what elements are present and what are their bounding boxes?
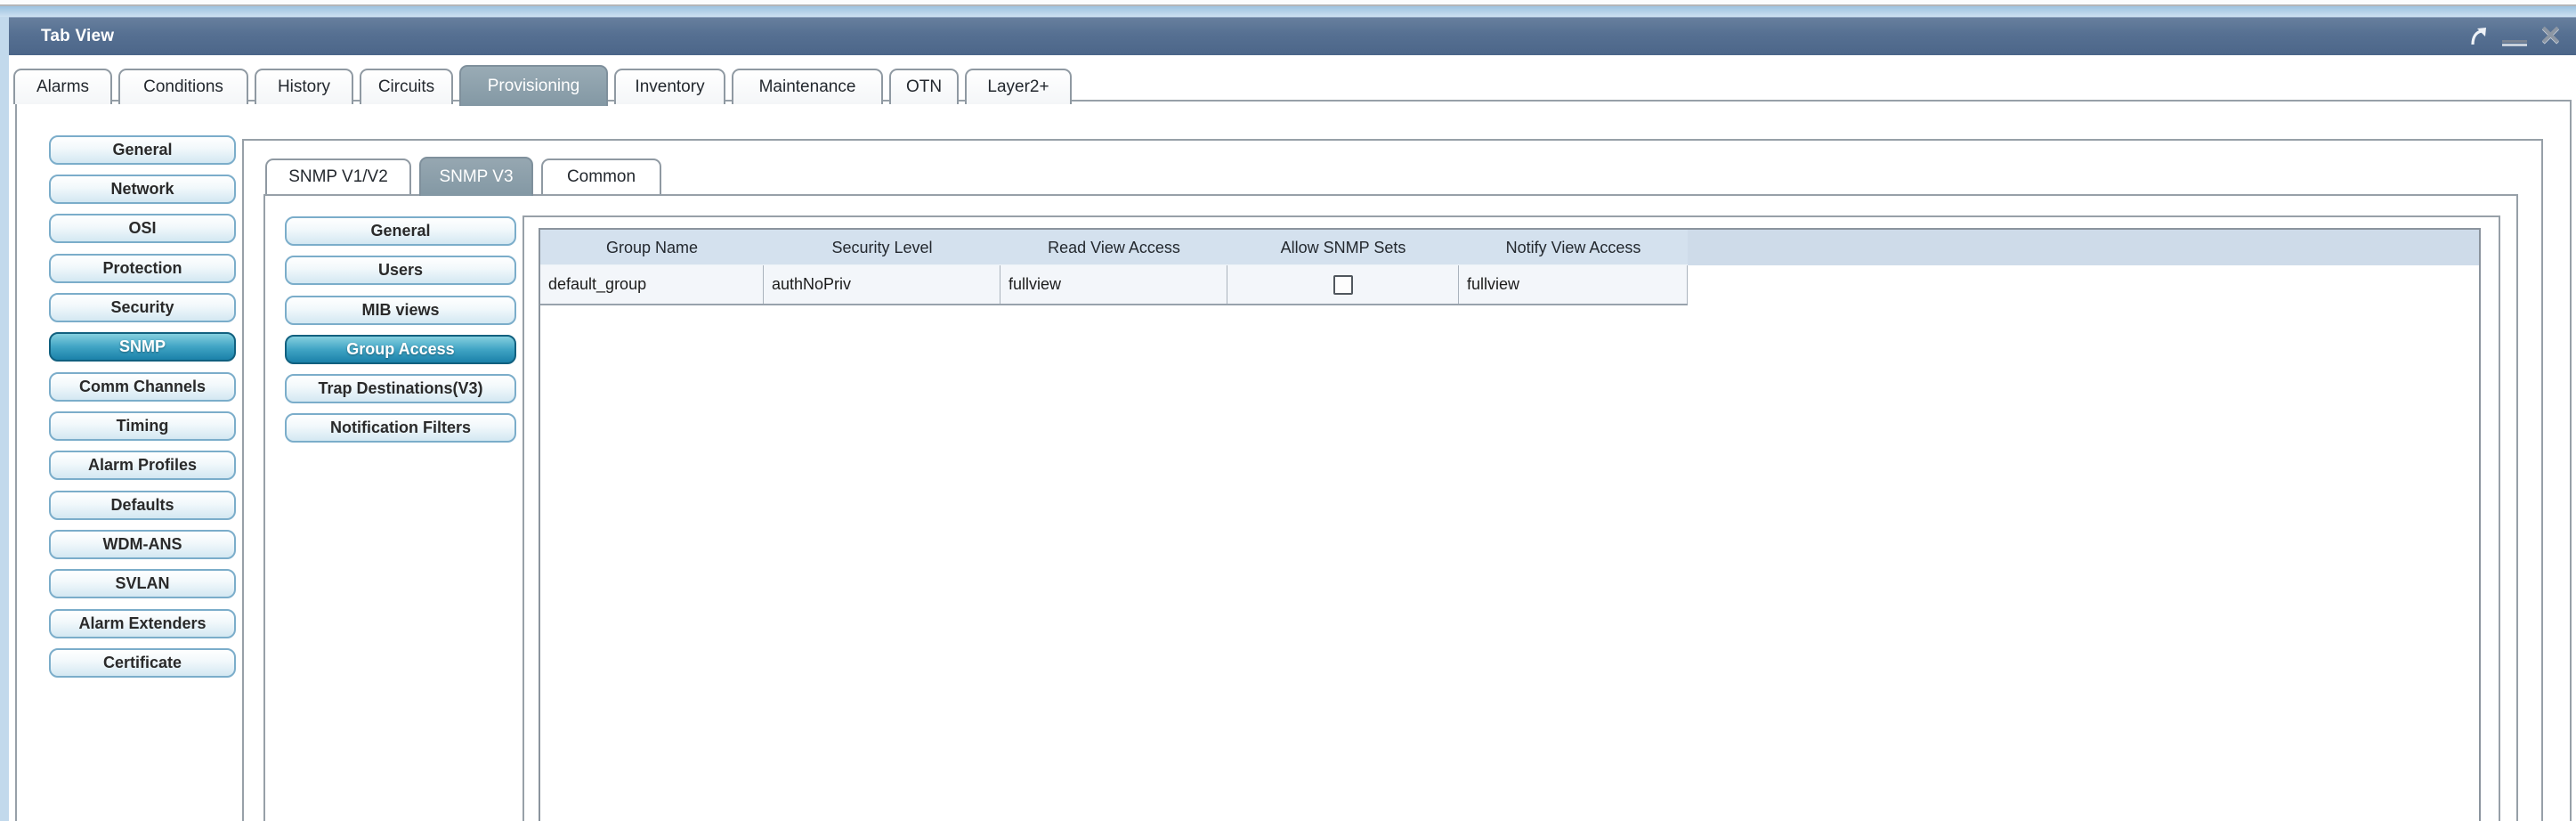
sidebar-item-general[interactable]: General: [49, 135, 236, 165]
snmp-tab-bar: SNMP V1/V2 SNMP V3 Common: [265, 155, 661, 196]
table-header-row: Group Name Security Level Read View Acce…: [540, 230, 2479, 265]
window-titlebar[interactable]: Tab View ✕: [9, 17, 2576, 55]
desktop-top-strip: [0, 0, 2576, 6]
tab-otn[interactable]: OTN: [889, 69, 959, 104]
sidebar-item-svlan[interactable]: SVLAN: [49, 569, 236, 598]
tab-maintenance[interactable]: Maintenance: [732, 69, 883, 104]
tab-circuits[interactable]: Circuits: [360, 69, 453, 104]
snmpv3-item-trap-destinations[interactable]: Trap Destinations(V3): [285, 374, 516, 403]
cell-notify-view-access[interactable]: fullview: [1459, 265, 1688, 304]
sidebar-item-timing[interactable]: Timing: [49, 411, 236, 441]
window-controls: ✕: [2468, 17, 2562, 55]
column-header-security-level[interactable]: Security Level: [764, 230, 1000, 265]
main-tab-bar: Alarms Conditions History Circuits Provi…: [13, 65, 1072, 106]
allow-snmp-sets-checkbox[interactable]: [1333, 274, 1353, 295]
tab-provisioning[interactable]: Provisioning: [459, 65, 608, 106]
close-icon[interactable]: ✕: [2540, 17, 2562, 55]
tab-snmp-v3[interactable]: SNMP V3: [419, 157, 533, 196]
tab-snmp-v1v2[interactable]: SNMP V1/V2: [265, 159, 411, 194]
tab-conditions[interactable]: Conditions: [118, 69, 248, 104]
sidebar-item-certificate[interactable]: Certificate: [49, 648, 236, 678]
cell-allow-snmp-sets: [1227, 265, 1459, 304]
cell-group-name[interactable]: default_group: [540, 265, 764, 304]
sidebar-item-protection[interactable]: Protection: [49, 254, 236, 283]
tab-common[interactable]: Common: [541, 159, 661, 194]
tab-inventory[interactable]: Inventory: [614, 69, 725, 104]
sidebar-item-defaults[interactable]: Defaults: [49, 491, 236, 520]
column-header-allow-snmp-sets[interactable]: Allow SNMP Sets: [1227, 230, 1459, 265]
minimize-icon[interactable]: [2501, 39, 2527, 47]
cell-security-level[interactable]: authNoPriv: [764, 265, 1000, 304]
snmpv3-item-group-access[interactable]: Group Access: [285, 335, 516, 364]
snmpv3-item-mib-views[interactable]: MIB views: [285, 296, 516, 325]
window-title: Tab View: [41, 27, 115, 45]
sidebar-item-network[interactable]: Network: [49, 175, 236, 204]
sidebar-item-alarm-extenders[interactable]: Alarm Extenders: [49, 609, 236, 638]
tab-history[interactable]: History: [255, 69, 353, 104]
sidebar-item-alarm-profiles[interactable]: Alarm Profiles: [49, 451, 236, 480]
table-header-filler: [1688, 230, 2479, 265]
cell-read-view-access[interactable]: fullview: [1000, 265, 1227, 304]
snmpv3-item-general[interactable]: General: [285, 216, 516, 246]
tab-view-window: Tab View ✕ Alarms Conditions History Cir…: [9, 17, 2576, 821]
desktop-background-strip: [0, 6, 2576, 17]
sidebar-item-wdm-ans[interactable]: WDM-ANS: [49, 530, 236, 559]
tab-alarms[interactable]: Alarms: [13, 69, 112, 104]
column-header-notify-view-access[interactable]: Notify View Access: [1459, 230, 1688, 265]
snmpv3-item-users[interactable]: Users: [285, 256, 516, 285]
sidebar-item-comm-channels[interactable]: Comm Channels: [49, 372, 236, 402]
float-arrow-icon[interactable]: [2468, 25, 2490, 48]
tab-layer2[interactable]: Layer2+: [965, 69, 1072, 104]
group-access-table-scrollpane: Group Name Security Level Read View Acce…: [539, 228, 2481, 821]
column-header-read-view-access[interactable]: Read View Access: [1000, 230, 1227, 265]
snmpv3-item-notification-filters[interactable]: Notification Filters: [285, 413, 516, 443]
sidebar-item-osi[interactable]: OSI: [49, 214, 236, 243]
column-header-group-name[interactable]: Group Name: [540, 230, 764, 265]
sidebar-item-security[interactable]: Security: [49, 293, 236, 322]
table-row[interactable]: default_group authNoPriv fullview fullvi…: [540, 265, 1688, 305]
sidebar-item-snmp[interactable]: SNMP: [49, 332, 236, 362]
